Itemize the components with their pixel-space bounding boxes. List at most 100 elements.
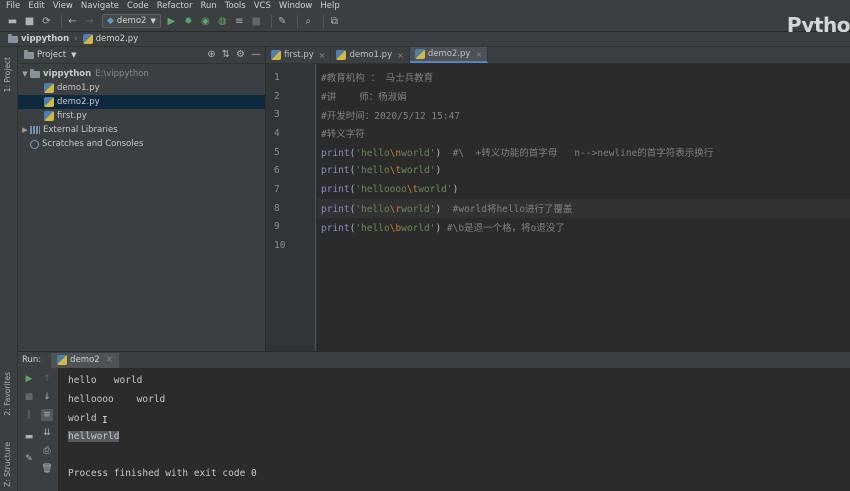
menu-item-code[interactable]: Code <box>127 1 149 11</box>
plugin-icon[interactable]: ⧉ <box>328 15 341 28</box>
profile-icon[interactable]: ◍ <box>216 15 229 28</box>
menu-item-navigate[interactable]: Navigate <box>81 1 119 11</box>
line-number: 8 <box>274 202 280 214</box>
editor-tab[interactable]: first.py × <box>266 47 332 63</box>
tree-file-label: demo1.py <box>57 83 100 93</box>
scroll-down-icon[interactable]: ↓ <box>41 391 53 403</box>
editor-tab-label: demo2.py <box>427 49 471 59</box>
rerun-icon[interactable]: ▶ <box>23 373 35 385</box>
breadcrumb-project[interactable]: vippython <box>21 34 69 44</box>
code-line[interactable]: #开发时间：2020/5/12 15:47 <box>317 105 850 124</box>
sync-icon[interactable]: ⟳ <box>40 15 53 28</box>
run-icon[interactable]: ▶ <box>165 15 178 28</box>
code-line[interactable] <box>317 236 850 255</box>
menu-item-window[interactable]: Window <box>279 1 313 11</box>
save-icon[interactable]: ■ <box>23 15 36 28</box>
code-line[interactable]: print('hello\rworld') #world将hello进行了覆盖 <box>317 198 850 218</box>
editor-tab-bar: first.py × demo1.py × demo2.py × <box>266 47 850 64</box>
scroll-up-icon[interactable]: ↑ <box>41 373 53 385</box>
wrench-icon[interactable]: ✎ <box>276 15 289 28</box>
pause-icon[interactable]: ‖ <box>23 409 35 421</box>
code-line[interactable]: print('hello\tworld') <box>317 162 850 181</box>
chevron-right-icon[interactable]: ▶ <box>20 126 30 134</box>
menu-item-file[interactable]: File <box>6 1 20 11</box>
line-number: 6 <box>274 165 280 177</box>
menu-item-run[interactable]: Run <box>200 1 216 11</box>
code-line-text: print('helloooo\tworld') <box>321 184 459 196</box>
stop-icon[interactable]: ■ <box>23 391 35 403</box>
menu-item-help[interactable]: Help <box>320 1 339 11</box>
editor-tab[interactable]: demo2.py × <box>409 47 489 63</box>
forward-arrow-icon[interactable]: → <box>83 15 96 28</box>
print-icon[interactable]: ⎙ <box>41 445 53 457</box>
run-tab[interactable]: demo2 × <box>51 352 119 368</box>
toolbar: ▬ ■ ⟳ ← → ◆ demo2 ▼ ▶ ✹ ◉ ◍ ≡ ■ ✎ ⌕ ⧉ Py… <box>0 11 850 37</box>
close-icon[interactable]: × <box>106 355 113 365</box>
menu-item-refactor[interactable]: Refactor <box>157 1 193 11</box>
tree-file-item-selected[interactable]: demo2.py <box>18 95 265 109</box>
open-folder-icon[interactable]: ▬ <box>6 15 19 28</box>
pin-icon[interactable]: ✎ <box>23 453 35 465</box>
code-line-text: print('hello\rworld') #world将hello进行了覆盖 <box>321 204 573 216</box>
console-line-selected: hellworld <box>68 431 120 442</box>
chevron-down-icon[interactable]: ▼ <box>20 70 30 78</box>
favorites-tool-tab[interactable]: 2: Favorites <box>3 372 12 416</box>
menu-item-edit[interactable]: Edit <box>28 1 44 11</box>
line-number: 10 <box>274 240 286 252</box>
project-tool-tab[interactable]: 1: Project <box>3 57 12 92</box>
close-icon[interactable]: × <box>475 50 482 59</box>
code-line[interactable]: print('hello\nworld') #\ +转义功能的首字母 n-->n… <box>317 143 850 162</box>
tree-file-item[interactable]: first.py <box>18 109 265 123</box>
console-output[interactable]: hello world helloooo world world I hellw… <box>58 368 850 491</box>
soft-wrap-icon[interactable]: ≡ <box>41 409 53 421</box>
console-line: hello world <box>68 375 143 386</box>
debug-icon[interactable]: ✹ <box>182 15 195 28</box>
code-line[interactable]: #教育机构 ： 马士兵教育 <box>317 68 850 87</box>
line-number: 5 <box>274 146 280 158</box>
toolbar-divider <box>270 14 272 28</box>
gear-icon[interactable]: ⚙ <box>236 49 245 60</box>
toolbar-divider <box>322 14 324 28</box>
scroll-to-end-icon[interactable]: ⇊ <box>41 427 53 439</box>
tree-external-libraries[interactable]: ▶ External Libraries <box>18 123 265 137</box>
text-cursor: I <box>102 415 108 426</box>
code-line[interactable]: print('hello\bworld') #\b是退一个格，将o退没了 <box>317 218 850 237</box>
close-icon[interactable]: × <box>319 51 326 60</box>
menu-item-vcs[interactable]: VCS <box>254 1 271 11</box>
concurrency-icon[interactable]: ≡ <box>233 15 246 28</box>
menu-item-view[interactable]: View <box>53 1 73 11</box>
project-panel-title[interactable]: Project <box>37 50 66 60</box>
run-label: Run: <box>22 355 42 365</box>
close-icon[interactable]: × <box>397 51 404 60</box>
python-file-icon <box>271 50 281 60</box>
chevron-down-icon[interactable]: ▼ <box>71 51 76 59</box>
editor-tab-label: demo1.py <box>349 50 393 60</box>
left-tool-stripe: 1: Project 2: Favorites Z: Structure <box>0 47 18 491</box>
trash-icon[interactable]: 🗑 <box>41 463 53 475</box>
layout-icon[interactable]: ▬ <box>23 431 35 443</box>
code-line-text: #转义字符 <box>321 129 365 141</box>
tree-scratches[interactable]: Scratches and Consoles <box>18 137 265 151</box>
run-config-dropdown[interactable]: ◆ demo2 ▼ <box>102 14 161 28</box>
search-icon[interactable]: ⌕ <box>302 15 315 28</box>
console-line: helloooo world <box>68 394 166 405</box>
tree-file-item[interactable]: demo1.py <box>18 81 265 95</box>
line-number: 4 <box>274 127 280 139</box>
back-arrow-icon[interactable]: ← <box>66 15 79 28</box>
code-line[interactable]: print('helloooo\tworld') <box>317 180 850 199</box>
structure-tool-tab[interactable]: Z: Structure <box>3 442 12 487</box>
code-area[interactable]: #教育机构 ： 马士兵教育 #讲 师：杨淑娟 #开发时间：2020/5/12 15:… <box>317 64 850 351</box>
line-number-gutter: 1 2 3 4 5 6 7 8 9 10 <box>266 64 316 351</box>
breadcrumb-file[interactable]: demo2.py <box>96 34 139 44</box>
editor-tab[interactable]: demo1.py × <box>331 47 410 63</box>
stop-icon[interactable]: ■ <box>250 15 263 28</box>
collapse-all-icon[interactable]: ⇅ <box>222 49 230 60</box>
locate-icon[interactable]: ⊕ <box>207 49 215 60</box>
code-line[interactable]: #讲 师：杨淑娟 <box>317 87 850 106</box>
minimize-icon[interactable]: — <box>251 49 261 60</box>
menu-item-tools[interactable]: Tools <box>225 1 246 11</box>
python-file-icon: ◆ <box>107 16 114 26</box>
coverage-icon[interactable]: ◉ <box>199 15 212 28</box>
tree-root-folder[interactable]: ▼ vippython E:\vippython <box>18 67 265 81</box>
code-line[interactable]: #转义字符 <box>317 124 850 143</box>
